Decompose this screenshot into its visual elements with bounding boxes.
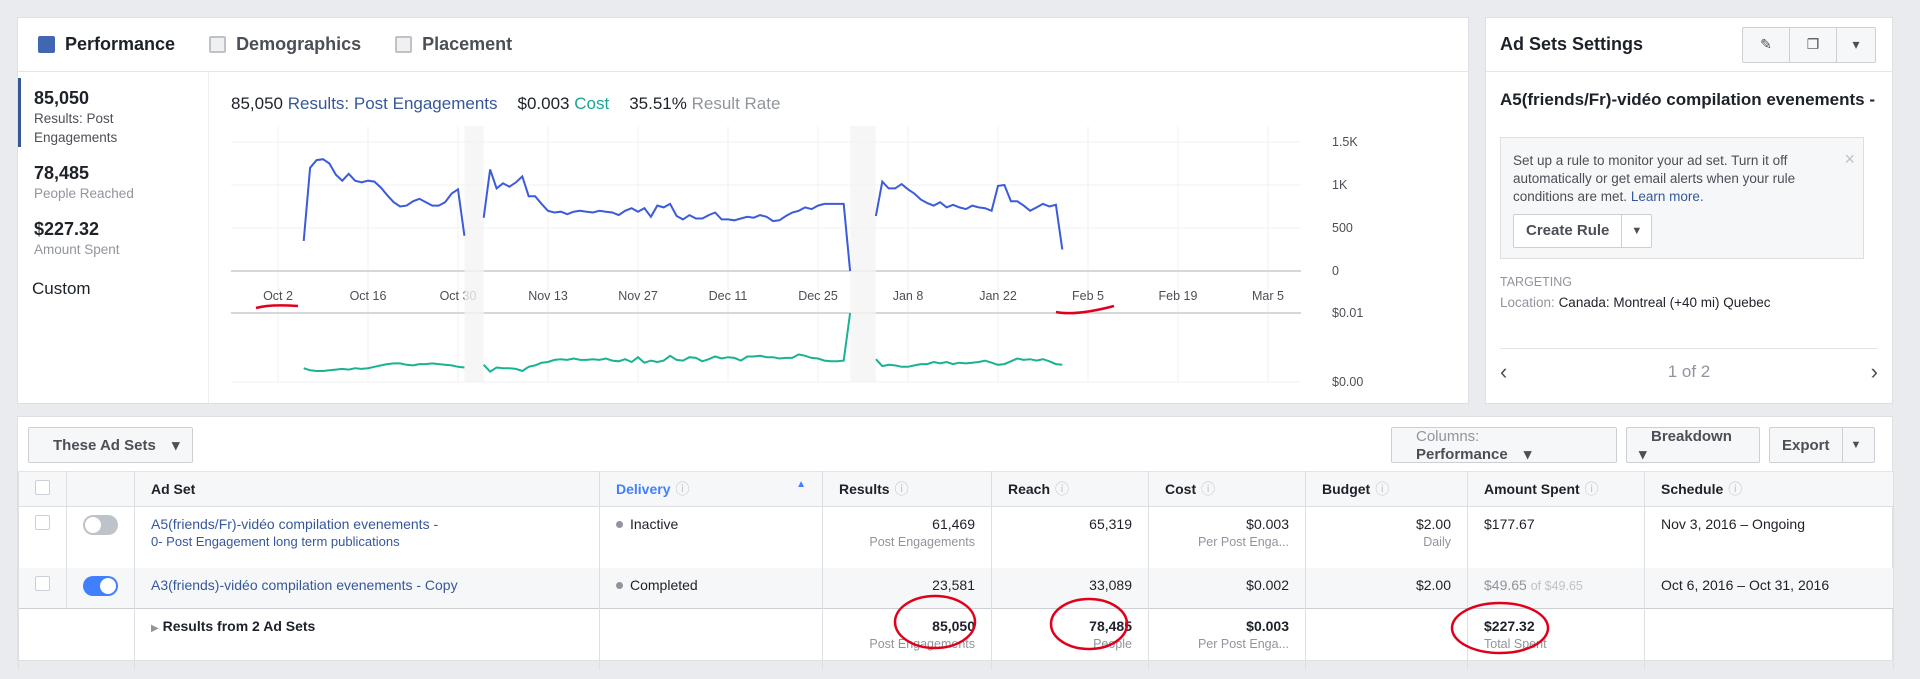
x-tick-label: Nov 27 bbox=[618, 289, 658, 303]
export-button[interactable]: Export ▼ bbox=[1769, 427, 1875, 463]
col-cost[interactable]: Cost ⓘ bbox=[1148, 471, 1306, 507]
col-amount-spent[interactable]: Amount Spent ⓘ bbox=[1467, 471, 1645, 507]
location: Location: Canada: Montreal (+40 mi) Queb… bbox=[1500, 295, 1771, 310]
pencil-icon[interactable]: ✎ bbox=[1743, 27, 1790, 62]
cost-line bbox=[875, 357, 1063, 368]
status-dot bbox=[616, 521, 623, 528]
targeting-label: TARGETING bbox=[1500, 275, 1572, 289]
ad-sets-table-panel: These Ad Sets ▾ Columns: Performance ▾ B… bbox=[17, 416, 1894, 670]
chevron-down-icon[interactable]: ▾ bbox=[1837, 28, 1875, 62]
chevron-right-icon[interactable]: › bbox=[1871, 359, 1878, 385]
x-tick-label: Nov 13 bbox=[528, 289, 568, 303]
results-legend: Results: Post Engagements bbox=[287, 94, 498, 113]
results-line bbox=[302, 158, 466, 241]
ad-set-settings-panel: Ad Sets Settings ✎ ❐ ▾ A5(friends/Fr)-vi… bbox=[1485, 17, 1893, 404]
toggle-switch[interactable] bbox=[83, 575, 118, 596]
results-axis-label: 1K bbox=[1332, 178, 1348, 192]
chart-summary: 85,050 Results: Post Engagements $0.003 … bbox=[231, 94, 781, 113]
insights-panel: Performance Demographics Placement 85,05… bbox=[17, 17, 1469, 404]
settings-title: Ad Sets Settings bbox=[1500, 34, 1644, 54]
select-all-checkbox[interactable] bbox=[35, 480, 50, 495]
table-row[interactable]: A3(friends)-vidéo compilation evenements… bbox=[18, 567, 1894, 608]
col-ad-set[interactable]: Ad Set bbox=[134, 471, 600, 507]
x-tick-label: Feb 19 bbox=[1159, 289, 1198, 303]
col-delivery[interactable]: Delivery ⓘ ▲ bbox=[599, 471, 823, 507]
breakdown-dropdown[interactable]: Breakdown ▾ bbox=[1626, 427, 1760, 463]
ad-set-link[interactable]: A3(friends)-vidéo compilation evenements… bbox=[151, 576, 583, 594]
ad-sets-table: Ad Set Delivery ⓘ ▲ Results ⓘ Reach ⓘ Cost ⓘ … bbox=[18, 471, 1894, 670]
create-rule-button[interactable]: Create Rule bbox=[1514, 215, 1621, 247]
row-checkbox[interactable] bbox=[35, 515, 50, 530]
sort-asc-icon: ▲ bbox=[796, 479, 806, 490]
totals-row: ▶ Results from 2 Ad Sets 85,050 Post Enga… bbox=[18, 607, 1894, 670]
x-tick-label: Jan 22 bbox=[979, 289, 1017, 303]
cost-axis-label: $0.01 bbox=[1332, 306, 1363, 320]
expand-icon[interactable]: ▶ bbox=[151, 623, 159, 634]
close-icon[interactable]: × bbox=[1844, 150, 1855, 168]
x-tick-label: Mar 5 bbox=[1252, 289, 1284, 303]
cost-axis-label: $0.00 bbox=[1332, 375, 1363, 389]
toggle-switch[interactable] bbox=[83, 515, 118, 535]
filter-dropdown[interactable]: These Ad Sets ▾ bbox=[28, 427, 193, 463]
columns-dropdown[interactable]: Columns: Performance ▾ bbox=[1391, 427, 1617, 463]
ad-set-name: A5(friends/Fr)-vidéo compilation eveneme… bbox=[1500, 90, 1876, 109]
learn-more-link[interactable]: Learn more. bbox=[1631, 189, 1704, 204]
create-rule-dropdown[interactable]: ▼ bbox=[1621, 215, 1651, 247]
x-tick-label: Dec 25 bbox=[798, 289, 838, 303]
gap-band bbox=[850, 126, 876, 382]
ad-set-link[interactable]: A5(friends/Fr)-vidéo compilation eveneme… bbox=[151, 515, 583, 533]
performance-chart: Oct 2 Oct 16 Oct 30 Nov 13 Nov 27 Dec 11 Dec 2… bbox=[231, 126, 1363, 389]
export-dropdown[interactable]: ▼ bbox=[1843, 439, 1870, 451]
col-results[interactable]: Results ⓘ bbox=[822, 471, 992, 507]
gap-band bbox=[464, 126, 484, 382]
x-tick-label: Jan 8 bbox=[893, 289, 924, 303]
x-tick-label: Oct 2 bbox=[263, 289, 293, 303]
cost-legend: Cost bbox=[574, 94, 610, 113]
col-reach[interactable]: Reach ⓘ bbox=[991, 471, 1149, 507]
chevron-left-icon[interactable]: ‹ bbox=[1500, 359, 1507, 385]
row-checkbox[interactable] bbox=[35, 575, 50, 591]
rate-legend: Result Rate bbox=[691, 94, 781, 113]
table-header: Ad Set Delivery ⓘ ▲ Results ⓘ Reach ⓘ Cost ⓘ … bbox=[18, 471, 1894, 507]
status-dot bbox=[616, 581, 623, 589]
table-row[interactable]: A5(friends/Fr)-vidéo compilation eveneme… bbox=[18, 506, 1894, 568]
x-tick-label: Oct 16 bbox=[350, 289, 387, 303]
col-schedule[interactable]: Schedule ⓘ bbox=[1644, 471, 1894, 507]
results-line bbox=[874, 179, 1064, 250]
cost-line bbox=[303, 362, 465, 372]
pager: ‹ 1 of 2 › bbox=[1500, 348, 1878, 385]
results-axis-label: 1.5K bbox=[1332, 135, 1358, 149]
duplicate-icon[interactable]: ❐ bbox=[1790, 27, 1837, 62]
cost-line bbox=[482, 312, 852, 373]
rule-callout: × Set up a rule to monitor your ad set. … bbox=[1500, 137, 1864, 259]
results-axis-label: 500 bbox=[1332, 221, 1353, 235]
campaign-link[interactable]: 0- Post Engagement long term publication… bbox=[151, 533, 583, 551]
x-tick-label: Feb 5 bbox=[1072, 289, 1104, 303]
x-tick-label: Dec 11 bbox=[709, 289, 748, 303]
col-budget[interactable]: Budget ⓘ bbox=[1305, 471, 1468, 507]
results-axis-label: 0 bbox=[1332, 264, 1339, 278]
